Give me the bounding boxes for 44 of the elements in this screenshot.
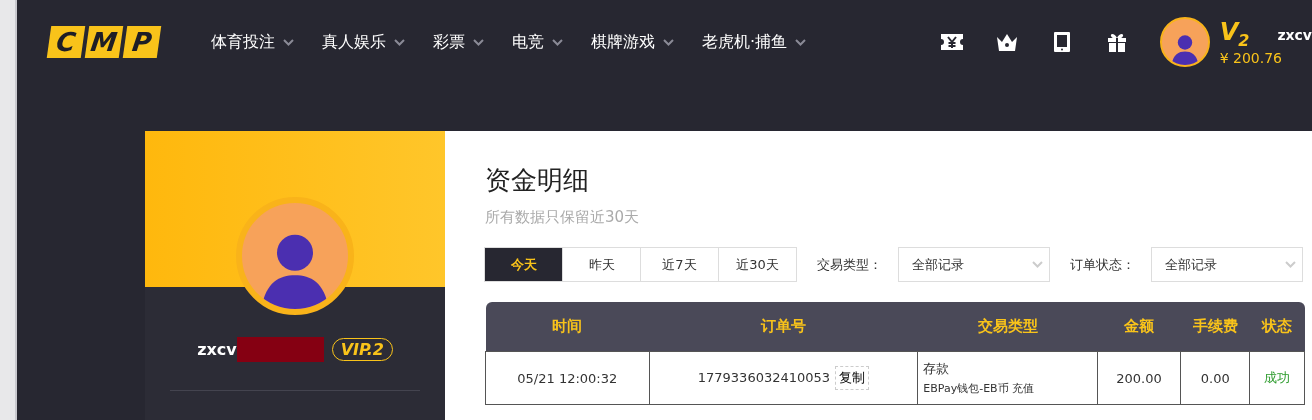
chevron-down-icon (1032, 261, 1043, 268)
chevron-down-icon (795, 38, 807, 46)
vip-level: V$_{2}$ (1219, 18, 1250, 50)
status-text: 成功 (1264, 370, 1291, 385)
filter-label: 订单状态： (1070, 255, 1135, 274)
chevron-down-icon (394, 38, 405, 46)
date-range-tab[interactable]: 近30天 (718, 247, 797, 282)
nav-item[interactable]: 彩票 (433, 31, 484, 53)
chevron-down-icon (1285, 261, 1296, 268)
column-header: 时间 (485, 302, 650, 352)
nav-item[interactable]: 棋牌游戏 (591, 31, 674, 53)
transaction-detail: EBPay钱包-EB币 充值 (923, 381, 1036, 396)
column-header: 订单号 (649, 302, 918, 352)
chevron-down-icon (283, 38, 294, 46)
table-cell: 05/21 12:00:32 (485, 351, 650, 405)
page-title: 资金明细 (485, 164, 590, 197)
chevron-down-icon (473, 38, 484, 46)
copy-button[interactable]: 复制 (835, 366, 870, 390)
column-header: 交易类型 (917, 302, 1098, 352)
filter-select[interactable]: 全部记录 (898, 247, 1050, 282)
nav-item[interactable]: 老虎机·捕鱼 (702, 31, 807, 53)
table-cell: 200.00 (1097, 351, 1181, 405)
column-header: 金额 (1097, 302, 1181, 352)
nav-item[interactable]: 真人娱乐 (322, 31, 405, 53)
order-number: 1779336032410053 (697, 370, 831, 385)
chevron-down-icon (663, 38, 674, 46)
column-header: 手续费 (1180, 302, 1250, 352)
nav-item[interactable]: 电竞 (512, 31, 563, 53)
profile-username: zxcv (197, 340, 237, 359)
filter-label: 交易类型： (817, 255, 882, 274)
chevron-down-icon (552, 38, 563, 46)
username: zxcv (1277, 27, 1312, 44)
column-header: 状态 (1249, 302, 1305, 352)
table-cell: 0.00 (1180, 351, 1250, 405)
page-subtitle: 所有数据只保留近30天 (485, 208, 641, 227)
avatar[interactable] (1159, 17, 1210, 67)
filter-select[interactable]: 全部记录 (1151, 247, 1303, 282)
logo[interactable]: C M P (49, 26, 159, 58)
balance: ¥ 200.76 (1219, 49, 1283, 66)
date-range-tab[interactable]: 昨天 (562, 247, 641, 282)
nav-item[interactable]: 体育投注 (211, 31, 294, 53)
date-range-tab[interactable]: 近7天 (640, 247, 719, 282)
date-range-tab[interactable]: 今天 (484, 247, 563, 282)
transaction-type: 存款 (923, 360, 951, 378)
